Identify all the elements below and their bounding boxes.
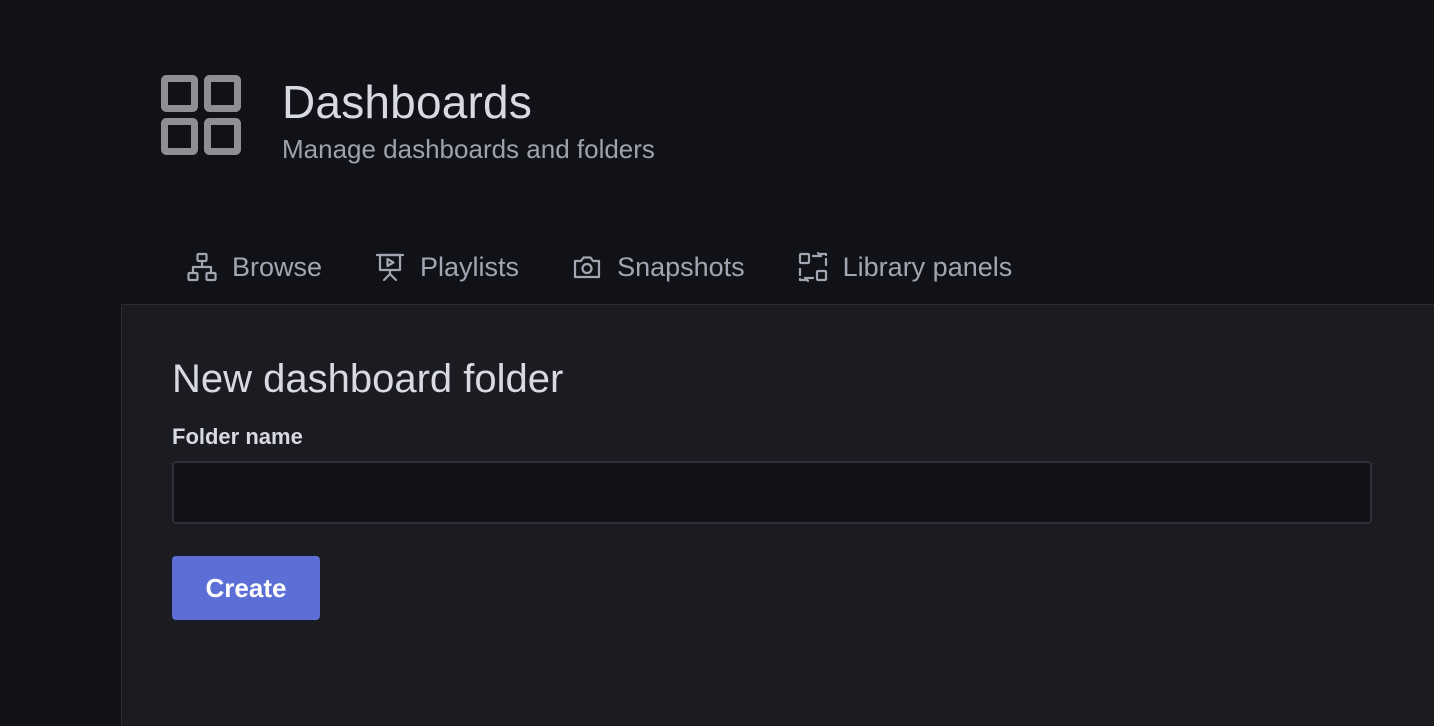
tab-library-panels[interactable]: Library panels — [783, 238, 1027, 296]
page-title: Dashboards — [282, 76, 533, 128]
presentation-play-icon — [375, 253, 405, 282]
page-header: Dashboards Manage dashboards and folders — [160, 74, 655, 164]
header-text: Dashboards Manage dashboards and folders — [282, 74, 655, 164]
folder-name-input[interactable] — [172, 461, 1372, 524]
new-folder-panel: New dashboard folder Folder name Create — [121, 304, 1434, 726]
camera-icon — [573, 256, 601, 279]
tab-snapshots-label: Snapshots — [617, 251, 745, 282]
tab-library-panels-label: Library panels — [842, 251, 1013, 282]
tab-playlists-label: Playlists — [420, 251, 520, 282]
tab-snapshots[interactable]: Snapshots — [557, 238, 759, 296]
page-subtitle: Manage dashboards and folders — [282, 134, 655, 164]
folder-name-label: Folder name — [172, 424, 303, 449]
page: Dashboards Manage dashboards and folders… — [0, 0, 1434, 726]
library-panel-icon — [798, 251, 827, 283]
apps-grid-icon — [161, 75, 241, 155]
create-button[interactable]: Create — [172, 556, 320, 620]
tab-browse-label: Browse — [232, 251, 323, 282]
tab-browse[interactable]: Browse — [172, 238, 336, 296]
sitemap-icon — [187, 252, 217, 282]
tab-bar: Browse Playlists Snapshots Library panel… — [172, 238, 1050, 296]
section-title: New dashboard folder — [172, 357, 564, 401]
tab-playlists[interactable]: Playlists — [360, 238, 533, 296]
